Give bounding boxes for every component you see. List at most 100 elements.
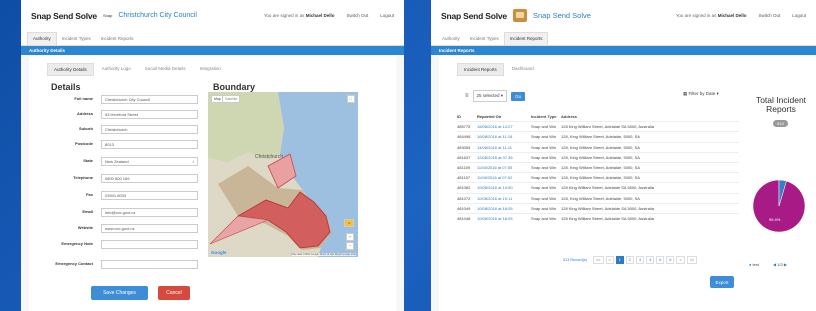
pagination: 513 Record(s) << < 1 2 3 4 5 6 > >> xyxy=(563,256,698,264)
total-reports-title: Total Incident Reports xyxy=(755,95,807,114)
form-row-telephone: Telephone 0800 800 169 xyxy=(43,174,219,183)
subtab-integration[interactable]: Integration xyxy=(194,63,227,76)
zoom-in-button[interactable]: + xyxy=(345,233,354,241)
page-4[interactable]: 4 xyxy=(646,256,655,264)
table-row[interactable]: 483055 14/08/2016 at 11:11 Snap and Win 128… xyxy=(457,141,739,152)
calendar-icon: ▦ xyxy=(683,91,688,96)
email-field[interactable]: info@ccc.govt.nz xyxy=(101,208,198,217)
field-label: Fax xyxy=(86,192,93,198)
subtab-authority-logo[interactable]: Authority Logo xyxy=(96,63,137,76)
filter-by-date-button[interactable]: ▦ Filter by Date ▾ xyxy=(683,91,719,97)
state-select[interactable]: New Zealand ↕ xyxy=(101,157,198,166)
map-type-satellite[interactable]: Satellite xyxy=(222,95,241,103)
logout-link[interactable]: Logout xyxy=(792,13,806,18)
field-label: Website xyxy=(77,225,93,231)
signed-in-text: You are signed in as Michael Dello xyxy=(675,13,747,18)
signed-in-text: You are signed in as Michael Dello xyxy=(263,13,335,18)
address-field[interactable]: 53 Hereford Street xyxy=(101,110,198,119)
form-row-state: State New Zealand ↕ xyxy=(43,157,219,166)
subtab-dashboard[interactable]: Dashboard xyxy=(506,63,540,76)
table-row[interactable]: 481637 12/08/2016 at 07:35 Snap and Win 128… xyxy=(457,151,739,162)
details-heading: Details xyxy=(51,82,81,92)
record-count: 513 Record(s) xyxy=(563,258,588,262)
col-incident-type[interactable]: Incident Type xyxy=(531,114,561,119)
tab-incident-types[interactable]: Incident Types xyxy=(465,33,504,45)
website-field[interactable]: www.ccc.govt.nz xyxy=(101,224,198,233)
google-logo: Google xyxy=(211,250,227,255)
incident-pie-chart: 95.4% xyxy=(752,179,806,233)
page-first[interactable]: << xyxy=(593,256,604,264)
suburb-field[interactable]: Christchurch xyxy=(101,125,198,134)
page-1[interactable]: 1 xyxy=(615,256,624,264)
subtab-social-media[interactable]: Social Media Details xyxy=(139,63,192,76)
table-row[interactable]: 481049 10/08/2016 at 18:05 Snap and Win 128… xyxy=(457,202,739,213)
table-row[interactable]: 481082 10/08/2016 at 19:50 Snap and Win 128… xyxy=(457,182,739,192)
export-button[interactable]: Export xyxy=(710,276,734,288)
tab-incident-reports[interactable]: Incident Reports xyxy=(503,32,549,45)
top-bar: Snap Send Solve Snap Christchurch City C… xyxy=(21,0,404,31)
boundary-map[interactable]: Map Satellite ⛶ Christchurch ☺ + − Googl… xyxy=(208,92,358,257)
field-label: State xyxy=(83,158,93,164)
page-2[interactable]: 2 xyxy=(625,256,634,264)
section-bar: Authority Details xyxy=(21,46,404,55)
street-view-icon[interactable]: ☺ xyxy=(344,219,354,227)
tab-incident-reports[interactable]: Incident Reports xyxy=(96,33,139,45)
page-3[interactable]: 3 xyxy=(635,256,645,264)
brand-name[interactable]: Snap Send Solve xyxy=(441,11,507,21)
brand-name[interactable]: Snap Send Solve xyxy=(31,11,97,21)
form-row-email: Email info@ccc.govt.nz xyxy=(43,208,219,217)
select-arrows-icon: ↕ xyxy=(192,159,194,164)
emergency-note-field[interactable] xyxy=(101,240,198,249)
table-row[interactable]: 481048 10/08/2016 at 18:05 Snap and Win 128… xyxy=(457,212,739,223)
save-button[interactable]: Save Changes xyxy=(91,286,148,300)
logout-link[interactable]: Logout xyxy=(380,13,394,18)
col-reported-on[interactable]: Reported On xyxy=(477,114,531,119)
legend-pager[interactable]: ◀ 1/3 ▶ xyxy=(773,262,787,267)
form-row-website: Website www.ccc.govt.nz xyxy=(43,224,219,233)
page-next[interactable]: > xyxy=(676,256,685,264)
col-address[interactable]: Address xyxy=(561,114,721,119)
subtab-authority-details[interactable]: Authority Details xyxy=(47,63,94,76)
page-last[interactable]: >> xyxy=(686,256,698,264)
form-row-fax: Fax 03941 8033 xyxy=(43,191,219,200)
switch-out-link[interactable]: Switch Out xyxy=(346,13,368,18)
per-page-select[interactable]: 25 selected ▾ xyxy=(472,90,508,102)
page-6[interactable]: 6 xyxy=(666,256,675,264)
form-row-emergency-contact: Emergency Contact xyxy=(43,260,219,269)
table-row[interactable]: 481157 11/08/2016 at 07:52 Snap and Win 128… xyxy=(457,172,739,182)
postcode-field[interactable]: 8013 xyxy=(101,140,198,149)
table-row[interactable]: 484498 16/08/2016 at 11:18 Snap and Win 128… xyxy=(457,131,739,141)
cancel-button[interactable]: Cancel xyxy=(158,286,190,300)
form-row-postcode: Postcode 8013 xyxy=(43,140,219,149)
tab-incident-types[interactable]: Incident Types xyxy=(57,33,96,45)
table-row[interactable]: 481159 11/08/2016 at 07:55 Snap and Win 128… xyxy=(457,161,739,172)
sub-tabs: Authority Details Authority Logo Social … xyxy=(29,56,396,76)
zoom-out-button[interactable]: − xyxy=(345,242,354,250)
authority-details-screen: Snap Send Solve Snap Christchurch City C… xyxy=(21,0,404,311)
fax-field[interactable]: 03941 8033 xyxy=(101,191,198,200)
table-row[interactable]: 485775 16/08/2016 at 14:27 Snap and Win 128… xyxy=(457,121,739,131)
organisation-name[interactable]: Snap Send Solve xyxy=(533,11,591,20)
field-label: Emergency Note xyxy=(61,241,93,247)
tab-authority[interactable]: Authority xyxy=(27,32,57,45)
switch-out-link[interactable]: Switch Out xyxy=(758,13,780,18)
emergency-contact-field[interactable] xyxy=(101,260,198,269)
legend-item[interactable]: ● test xyxy=(749,262,759,267)
page-prev[interactable]: < xyxy=(605,256,614,264)
table-row[interactable]: 481072 10/08/2016 at 19:11 Snap and Win 128… xyxy=(457,192,739,203)
page-5[interactable]: 5 xyxy=(656,256,665,264)
subtab-incident-reports[interactable]: Incident Reports xyxy=(457,63,504,76)
fullscreen-icon[interactable]: ⛶ xyxy=(346,95,355,103)
tab-authority[interactable]: Authority xyxy=(437,33,465,45)
pie-legend: ● test ◀ 1/3 ▶ xyxy=(749,262,787,267)
col-id[interactable]: ID xyxy=(457,114,477,119)
field-label: Full name xyxy=(74,96,93,102)
incident-reports-screen: Snap Send Solve Snap Send Solve You are … xyxy=(431,0,816,311)
go-button[interactable]: Go xyxy=(511,91,526,101)
telephone-field[interactable]: 0800 800 169 xyxy=(101,174,198,183)
state-value: New Zealand xyxy=(105,159,129,164)
organisation-name[interactable]: Christchurch City Council xyxy=(118,12,197,19)
field-label: Address xyxy=(76,111,93,117)
full-name-field[interactable]: Christchurch City Council xyxy=(101,95,198,104)
form-row-suburb: Suburb Christchurch xyxy=(43,125,219,134)
